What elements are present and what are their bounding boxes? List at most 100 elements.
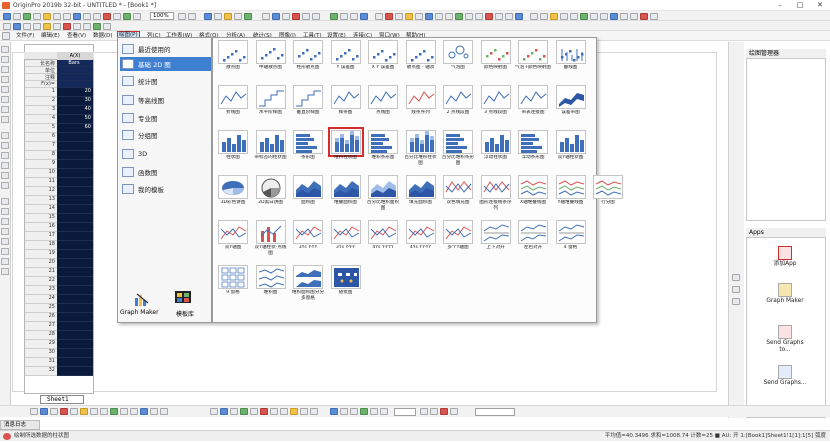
save-icon[interactable]	[53, 13, 61, 20]
color-inc-icon[interactable]	[450, 408, 458, 415]
refresh-icon[interactable]	[93, 13, 101, 20]
combine-icon[interactable]	[580, 13, 588, 20]
app-send-graphs[interactable]: Send Graphs...	[760, 365, 810, 387]
row-number[interactable]: 28	[25, 331, 57, 340]
gallery-item[interactable]: 3D彩色饼图	[215, 174, 251, 216]
pointer-tool-icon[interactable]	[1, 46, 9, 53]
project-explorer-icon[interactable]	[123, 13, 131, 20]
add-layer-icon[interactable]	[244, 13, 252, 20]
data-cell[interactable]	[57, 304, 93, 313]
gallery-item[interactable]: 双Y轴柱状图	[553, 129, 589, 171]
pivot-icon[interactable]	[600, 13, 608, 20]
cell-fx[interactable]	[57, 81, 93, 88]
row-number[interactable]: 22	[25, 277, 57, 286]
category-templates[interactable]: 我的模板	[120, 182, 211, 196]
zoom-out-icon[interactable]	[188, 13, 196, 20]
font-size-input[interactable]	[394, 408, 416, 416]
category-specialized[interactable]: 专业图	[120, 111, 211, 125]
row-number[interactable]: 31	[25, 358, 57, 367]
data-cell[interactable]	[57, 286, 93, 295]
col-plot-icon[interactable]	[455, 13, 463, 20]
objects-dock-icon[interactable]	[732, 286, 740, 293]
gallery-item[interactable]: 3Ys Y-YY	[290, 219, 326, 261]
gallery-item[interactable]: 面积图	[290, 174, 326, 216]
arrange-icon[interactable]	[360, 13, 368, 20]
data-cell[interactable]	[57, 232, 93, 241]
plot-scatter-icon[interactable]	[220, 408, 228, 415]
category-statistics[interactable]: 统计图	[120, 74, 211, 88]
swap-icon[interactable]	[350, 13, 358, 20]
data-selector-icon[interactable]	[1, 96, 9, 103]
category-basic-2d[interactable]: 基础 2D 图	[120, 57, 211, 71]
statistics-icon[interactable]	[415, 13, 423, 20]
gallery-item[interactable]: 散点图	[215, 39, 251, 81]
insert-image-icon[interactable]	[1, 268, 9, 275]
menu-file[interactable]: 文件(F)	[15, 32, 35, 40]
rotate-tool-icon[interactable]	[1, 228, 9, 235]
gallery-item[interactable]: 百分比堆积条形图	[440, 129, 476, 171]
category-function[interactable]: 函数图	[120, 165, 211, 179]
superscript-icon[interactable]	[43, 23, 51, 30]
color-input[interactable]	[475, 408, 515, 416]
gallery-item[interactable]: 条形图	[290, 129, 326, 171]
gallery-item[interactable]: 柱状图	[215, 129, 251, 171]
fill-color-icon[interactable]	[83, 23, 91, 30]
batch-icon[interactable]	[380, 408, 388, 415]
gallery-item[interactable]: 上下对开	[478, 219, 514, 261]
sort-icon[interactable]	[405, 13, 413, 20]
data-cell[interactable]	[57, 259, 93, 268]
apps-dock-icon[interactable]	[732, 274, 740, 281]
color-icon[interactable]	[630, 13, 638, 20]
data-cell[interactable]	[57, 187, 93, 196]
minimize-button[interactable]: –	[770, 0, 790, 11]
graph-maker-icon[interactable]	[134, 291, 150, 307]
gallery-item[interactable]: 百分比堆积面积图	[365, 174, 401, 216]
pan-tool-icon[interactable]	[1, 218, 9, 225]
error-icon[interactable]	[485, 13, 493, 20]
line-color-icon[interactable]	[93, 23, 101, 30]
plot-column-icon[interactable]	[240, 408, 248, 415]
gallery-item[interactable]: 填充面积图	[403, 174, 439, 216]
data-cell[interactable]	[57, 160, 93, 169]
gallery-item[interactable]: 双色填充图	[440, 174, 476, 216]
lat-plot-icon[interactable]	[465, 13, 473, 20]
mask-tool-icon[interactable]	[1, 208, 9, 215]
row-number[interactable]: 12	[25, 187, 57, 196]
transpose-icon[interactable]	[590, 13, 598, 20]
row-number[interactable]: 23	[25, 286, 57, 295]
gallery-item[interactable]: 点线图	[365, 84, 401, 126]
annotation-tool-icon[interactable]	[1, 198, 9, 205]
row-number[interactable]: 4	[25, 115, 57, 124]
zoom-input[interactable]: 100%	[150, 12, 174, 20]
graph-tool-icon[interactable]	[1, 238, 9, 245]
front-icon[interactable]	[120, 408, 128, 415]
row-number[interactable]: 14	[25, 205, 57, 214]
gallery-item[interactable]: 垂直阶梯图	[290, 84, 326, 126]
snap-icon[interactable]	[160, 408, 168, 415]
plot-stat-icon[interactable]	[300, 408, 308, 415]
row-number[interactable]: 26	[25, 313, 57, 322]
wks-query-icon[interactable]	[540, 13, 548, 20]
template-library-label[interactable]: 模板库	[176, 309, 194, 318]
new-matrix-icon[interactable]	[33, 13, 41, 20]
legend-icon[interactable]	[302, 13, 310, 20]
open-icon[interactable]	[43, 13, 51, 20]
symbol-size-icon[interactable]	[70, 408, 78, 415]
symbol-color-icon[interactable]	[60, 408, 68, 415]
set-column-icon[interactable]	[395, 13, 403, 20]
rect-tool-icon[interactable]	[1, 162, 9, 169]
column-header-a[interactable]: A(X)	[57, 52, 93, 60]
draw-data-icon[interactable]	[1, 116, 9, 123]
unmask-icon[interactable]	[340, 13, 348, 20]
row-number[interactable]: 24	[25, 295, 57, 304]
underline-icon[interactable]	[33, 23, 41, 30]
row-number[interactable]: 6	[25, 133, 57, 142]
timestamp-icon[interactable]	[312, 13, 320, 20]
plot-bar-icon[interactable]	[250, 408, 258, 415]
plot-3d-icon[interactable]	[280, 408, 288, 415]
new-book-icon[interactable]	[13, 13, 21, 20]
message-log-tab[interactable]: 消息日志	[0, 420, 40, 430]
gallery-item[interactable]: 百分比堆积柱状图	[403, 129, 439, 171]
row-number[interactable]: 18	[25, 241, 57, 250]
decrease-font-icon[interactable]	[430, 408, 438, 415]
